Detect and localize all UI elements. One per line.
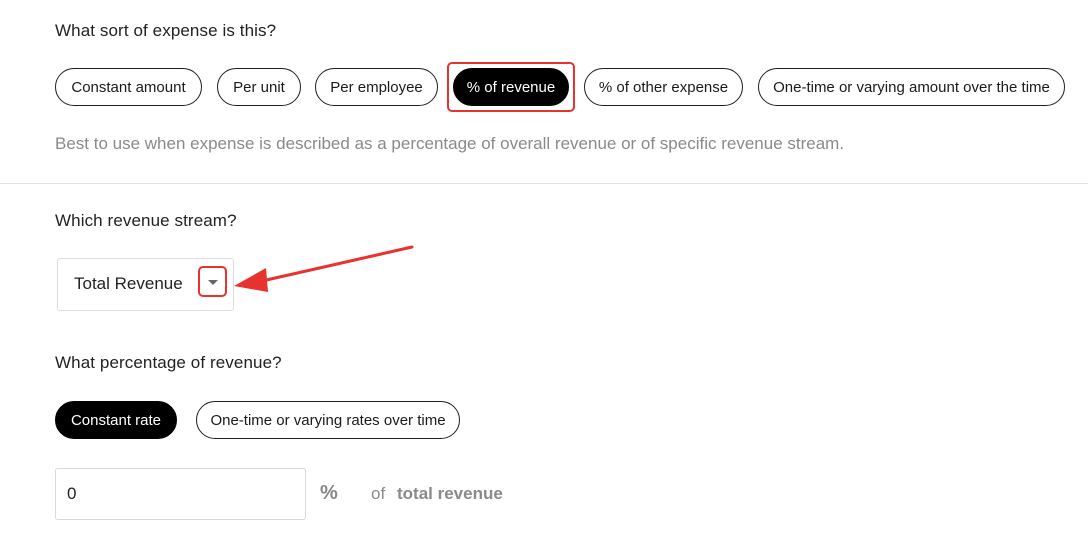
percentage-question: What percentage of revenue? bbox=[55, 353, 282, 372]
revenue-stream-question: Which revenue stream? bbox=[55, 211, 237, 230]
revenue-stream-selected-value: Total Revenue bbox=[74, 274, 183, 293]
of-label: of bbox=[371, 484, 386, 503]
option-constant-rate[interactable]: Constant rate bbox=[55, 401, 177, 439]
expense-type-question: What sort of expense is this? bbox=[55, 21, 277, 40]
section-divider bbox=[0, 183, 1088, 184]
expense-form: What sort of expense is this? Constant a… bbox=[0, 0, 1088, 552]
option-percent-of-other-expense[interactable]: % of other expense bbox=[584, 68, 743, 106]
option-constant-amount[interactable]: Constant amount bbox=[55, 68, 202, 106]
stream-label: total revenue bbox=[397, 484, 503, 503]
option-per-employee[interactable]: Per employee bbox=[315, 68, 438, 106]
option-one-time-varying-amount[interactable]: One-time or varying amount over the time bbox=[758, 68, 1065, 106]
percent-icon: % bbox=[320, 482, 338, 504]
expense-type-helper-text: Best to use when expense is described as… bbox=[55, 134, 845, 153]
caret-triangle bbox=[208, 279, 218, 285]
percentage-input[interactable] bbox=[55, 468, 306, 520]
chevron-down-icon[interactable] bbox=[199, 268, 227, 296]
option-percent-of-revenue[interactable]: % of revenue bbox=[453, 68, 569, 106]
option-per-unit[interactable]: Per unit bbox=[217, 68, 301, 106]
option-varying-rates[interactable]: One-time or varying rates over time bbox=[196, 401, 460, 439]
